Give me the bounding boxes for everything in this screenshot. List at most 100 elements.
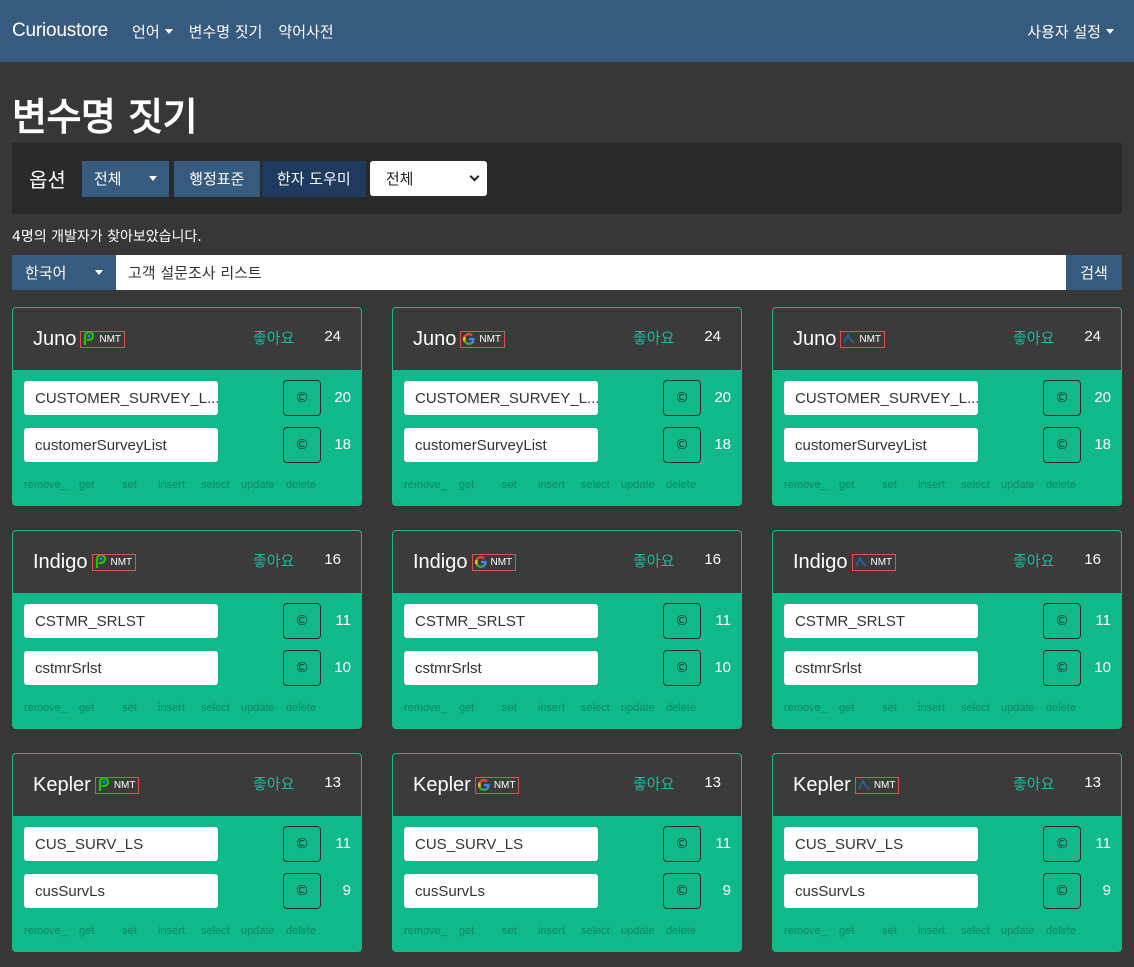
nav-variable-naming[interactable]: 변수명 짓기 <box>189 21 263 42</box>
copy-button[interactable]: © <box>663 427 701 463</box>
action-2-link[interactable]: set <box>122 479 137 491</box>
action-4-link[interactable]: select <box>581 702 610 714</box>
copy-button[interactable]: © <box>283 873 321 909</box>
filter-select[interactable]: 전체 <box>369 161 487 196</box>
action-3-link[interactable]: insert <box>538 702 565 714</box>
action-4-link[interactable]: select <box>201 702 230 714</box>
action-2-link[interactable]: set <box>502 925 517 937</box>
action-6-link[interactable]: delete <box>286 925 316 937</box>
action-1-link[interactable]: get <box>839 702 854 714</box>
like-button[interactable]: 좋아요 <box>1013 550 1054 571</box>
action-4-link[interactable]: select <box>961 479 990 491</box>
copy-button[interactable]: © <box>1043 427 1081 463</box>
action-2-link[interactable]: set <box>122 702 137 714</box>
action-4-link[interactable]: select <box>201 479 230 491</box>
action-1-link[interactable]: get <box>459 925 474 937</box>
result-value[interactable]: cusSurvLs <box>404 874 598 908</box>
copy-button[interactable]: © <box>663 826 701 862</box>
action-5-link[interactable]: update <box>241 925 275 937</box>
action-1-link[interactable]: get <box>459 479 474 491</box>
result-value[interactable]: cstmrSrlst <box>784 651 978 685</box>
action-3-link[interactable]: insert <box>918 479 945 491</box>
copy-button[interactable]: © <box>1043 826 1081 862</box>
like-button[interactable]: 좋아요 <box>1013 773 1054 794</box>
action-3-link[interactable]: insert <box>918 925 945 937</box>
copy-button[interactable]: © <box>283 427 321 463</box>
action-0-link[interactable]: remove_ <box>784 702 827 714</box>
action-5-link[interactable]: update <box>1001 925 1035 937</box>
action-0-link[interactable]: remove_ <box>404 925 447 937</box>
action-3-link[interactable]: insert <box>538 925 565 937</box>
action-0-link[interactable]: remove_ <box>24 479 67 491</box>
copy-button[interactable]: © <box>283 380 321 416</box>
action-5-link[interactable]: update <box>1001 479 1035 491</box>
like-button[interactable]: 좋아요 <box>253 773 294 794</box>
action-1-link[interactable]: get <box>839 925 854 937</box>
action-5-link[interactable]: update <box>1001 702 1035 714</box>
result-value[interactable]: customerSurveyList <box>404 428 598 462</box>
action-0-link[interactable]: remove_ <box>24 702 67 714</box>
action-6-link[interactable]: delete <box>286 702 316 714</box>
action-6-link[interactable]: delete <box>666 702 696 714</box>
action-6-link[interactable]: delete <box>666 479 696 491</box>
user-settings-dropdown[interactable]: 사용자 설정 <box>1027 21 1114 42</box>
result-value[interactable]: CUSTOMER_SURVEY_L... <box>784 381 978 415</box>
action-6-link[interactable]: delete <box>666 925 696 937</box>
action-6-link[interactable]: delete <box>1046 479 1076 491</box>
action-3-link[interactable]: insert <box>158 702 185 714</box>
copy-button[interactable]: © <box>283 650 321 686</box>
action-6-link[interactable]: delete <box>286 479 316 491</box>
action-5-link[interactable]: update <box>241 702 275 714</box>
action-5-link[interactable]: update <box>621 479 655 491</box>
action-3-link[interactable]: insert <box>538 479 565 491</box>
action-1-link[interactable]: get <box>79 702 94 714</box>
like-button[interactable]: 좋아요 <box>633 327 674 348</box>
result-value[interactable]: CUSTOMER_SURVEY_L... <box>404 381 598 415</box>
copy-button[interactable]: © <box>283 603 321 639</box>
copy-button[interactable]: © <box>1043 873 1081 909</box>
action-2-link[interactable]: set <box>502 702 517 714</box>
action-1-link[interactable]: get <box>459 702 474 714</box>
result-value[interactable]: CUS_SURV_LS <box>24 827 218 861</box>
action-2-link[interactable]: set <box>122 925 137 937</box>
action-5-link[interactable]: update <box>621 702 655 714</box>
action-3-link[interactable]: insert <box>158 479 185 491</box>
copy-button[interactable]: © <box>1043 650 1081 686</box>
action-4-link[interactable]: select <box>961 702 990 714</box>
like-button[interactable]: 좋아요 <box>253 327 294 348</box>
result-value[interactable]: cusSurvLs <box>24 874 218 908</box>
action-6-link[interactable]: delete <box>1046 702 1076 714</box>
nav-abbreviation-dictionary[interactable]: 약어사전 <box>278 21 333 42</box>
copy-button[interactable]: © <box>1043 603 1081 639</box>
action-0-link[interactable]: remove_ <box>404 479 447 491</box>
action-2-link[interactable]: set <box>882 702 897 714</box>
result-value[interactable]: CUS_SURV_LS <box>404 827 598 861</box>
result-value[interactable]: customerSurveyList <box>24 428 218 462</box>
action-6-link[interactable]: delete <box>1046 925 1076 937</box>
action-0-link[interactable]: remove_ <box>784 479 827 491</box>
action-3-link[interactable]: insert <box>918 702 945 714</box>
copy-button[interactable]: © <box>663 650 701 686</box>
copy-button[interactable]: © <box>283 826 321 862</box>
action-5-link[interactable]: update <box>621 925 655 937</box>
result-value[interactable]: CSTMR_SRLST <box>404 604 598 638</box>
like-button[interactable]: 좋아요 <box>633 773 674 794</box>
result-value[interactable]: cusSurvLs <box>784 874 978 908</box>
result-value[interactable]: customerSurveyList <box>784 428 978 462</box>
copy-button[interactable]: © <box>663 603 701 639</box>
copy-button[interactable]: © <box>663 873 701 909</box>
like-button[interactable]: 좋아요 <box>1013 327 1054 348</box>
action-0-link[interactable]: remove_ <box>24 925 67 937</box>
copy-button[interactable]: © <box>1043 380 1081 416</box>
action-1-link[interactable]: get <box>839 479 854 491</box>
result-value[interactable]: CSTMR_SRLST <box>24 604 218 638</box>
hanja-helper-button[interactable]: 한자 도우미 <box>261 160 366 197</box>
action-4-link[interactable]: select <box>201 925 230 937</box>
copy-button[interactable]: © <box>663 380 701 416</box>
standard-button[interactable]: 행정표준 <box>173 160 260 197</box>
brand-link[interactable]: Curioustore <box>12 20 108 42</box>
action-4-link[interactable]: select <box>581 479 610 491</box>
result-value[interactable]: cstmrSrlst <box>24 651 218 685</box>
action-1-link[interactable]: get <box>79 925 94 937</box>
language-dropdown-button[interactable]: 한국어 <box>12 255 116 290</box>
